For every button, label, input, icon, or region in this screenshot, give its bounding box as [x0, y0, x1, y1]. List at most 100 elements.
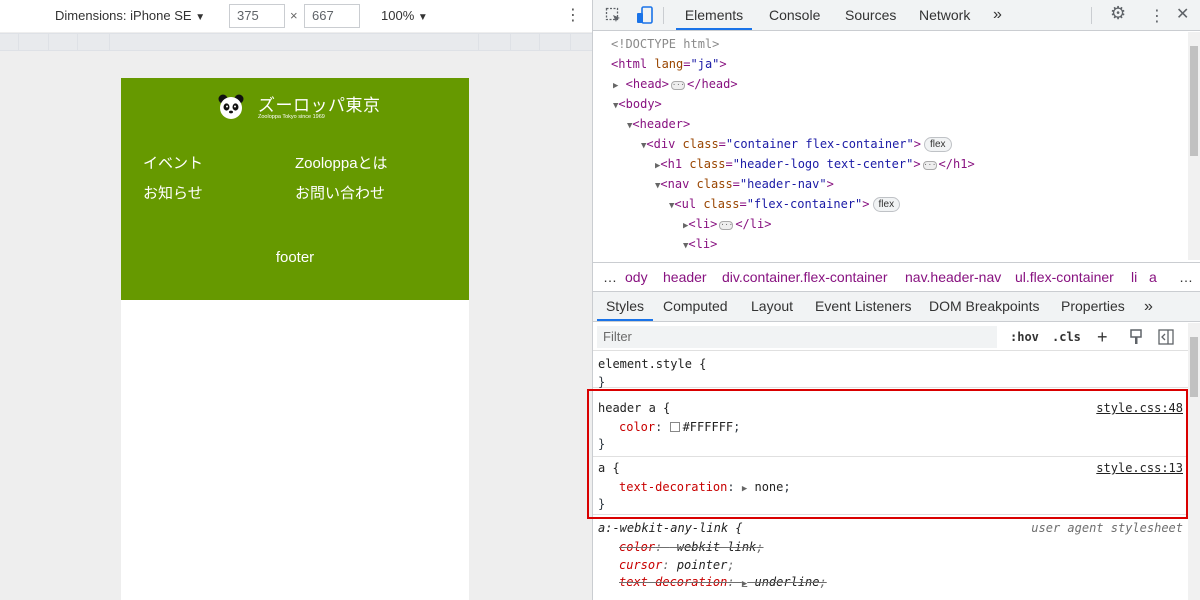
hover-state-button[interactable]: :hov: [1010, 323, 1039, 351]
tree-node-body[interactable]: ▼<body>: [613, 94, 662, 116]
rule-source-link[interactable]: style.css:13: [1096, 459, 1183, 477]
width-input[interactable]: 375: [229, 4, 285, 28]
more-options-icon[interactable]: ⋮: [565, 0, 581, 32]
nav-link-contact[interactable]: お問い合わせ: [295, 182, 385, 203]
settings-gear-icon[interactable]: ⚙: [1110, 3, 1126, 24]
panda-logo-icon: [218, 94, 244, 119]
styles-filter-input[interactable]: Filter: [597, 326, 997, 348]
new-style-rule-button[interactable]: +: [1097, 323, 1108, 351]
rule-close-brace: }: [598, 437, 606, 451]
ruler-segment[interactable]: [540, 34, 570, 50]
rule-declaration-color-overridden[interactable]: color: -webkit-link;: [619, 538, 764, 556]
flex-badge[interactable]: flex: [923, 137, 952, 152]
tree-node-h1[interactable]: ▶<h1 class="header-logo text-center"> ···…: [655, 154, 975, 176]
zoom-label: 100%: [381, 8, 415, 23]
close-icon[interactable]: ✕: [1176, 4, 1189, 24]
tab-elements[interactable]: Elements: [676, 0, 752, 30]
ruler-segment[interactable]: [479, 34, 510, 50]
tab-properties[interactable]: Properties: [1061, 292, 1125, 321]
ruler-segment[interactable]: [19, 34, 48, 50]
tree-node-nav[interactable]: ▼<nav class="header-nav">: [655, 174, 834, 196]
device-toolbar: Dimensions: iPhone SE ▼ 375 × 667 100% ▼…: [0, 0, 592, 32]
tab-styles[interactable]: Styles: [597, 292, 653, 321]
expand-triangle-icon[interactable]: ▶: [613, 81, 618, 91]
ruler-segment[interactable]: [78, 34, 109, 50]
head-tag: <head>: [625, 77, 670, 91]
nav-link-about[interactable]: Zooloppaとは: [295, 152, 388, 173]
collapsed-ellipsis-icon[interactable]: ···: [671, 81, 686, 90]
collapsed-ellipsis-icon[interactable]: ···: [922, 161, 937, 170]
div-attr-value: "container flex-container": [725, 137, 914, 151]
scrollbar-thumb[interactable]: [1190, 337, 1198, 397]
paint-brush-icon[interactable]: [1129, 329, 1143, 345]
device-toolbar-toggle-icon[interactable]: [636, 6, 654, 25]
breadcrumb-end[interactable]: …: [1179, 263, 1193, 291]
elements-scrollbar[interactable]: [1188, 32, 1200, 260]
expand-triangle-icon[interactable]: ▶: [742, 579, 747, 589]
more-tabs-button[interactable]: »: [993, 0, 1002, 30]
breadcrumb-div[interactable]: div.container.flex-container: [722, 263, 888, 291]
site-footer-text: footer: [275, 249, 315, 266]
breadcrumb-li[interactable]: li: [1131, 263, 1137, 291]
tree-node-header[interactable]: ▼<header>: [627, 114, 690, 136]
style-rule-webkit-any-link[interactable]: a:-webkit-any-link { user agent styleshe…: [593, 517, 1189, 600]
more-options-icon[interactable]: ⋮: [1149, 6, 1165, 26]
expand-triangle-icon[interactable]: ▶: [742, 484, 747, 494]
breadcrumb-header[interactable]: header: [663, 263, 707, 291]
ruler-segment[interactable]: [571, 34, 592, 50]
nav-link-events[interactable]: イベント: [143, 152, 203, 173]
rule-declaration-cursor[interactable]: cursor: pointer;: [619, 556, 735, 574]
flex-badge[interactable]: flex: [872, 197, 901, 212]
ruler-segment[interactable]: [0, 34, 18, 50]
style-rule-header-a[interactable]: header a { style.css:48 color: #FFFFFF; …: [593, 397, 1189, 457]
breadcrumb-body[interactable]: ody: [625, 263, 648, 291]
tab-console[interactable]: Console: [769, 0, 820, 30]
device-dimensions-dropdown[interactable]: Dimensions: iPhone SE ▼: [55, 0, 205, 32]
styles-rules-pane: element.style { } header a { style.css:4…: [593, 352, 1189, 600]
tree-node-li[interactable]: ▶<li> ··· </li>: [683, 214, 771, 236]
tab-computed[interactable]: Computed: [663, 292, 728, 321]
tree-node-div-container[interactable]: ▼<div class="container flex-container"> f…: [641, 134, 952, 156]
media-query-ruler[interactable]: [0, 33, 592, 51]
rule-declaration-text-decoration-overridden[interactable]: text-decoration: ▶ underline;: [619, 573, 827, 593]
nav-link-news[interactable]: お知らせ: [143, 182, 203, 203]
breadcrumb-ul[interactable]: ul.flex-container: [1015, 263, 1114, 291]
ruler-segment[interactable]: [49, 34, 77, 50]
style-rule-a[interactable]: a { style.css:13 text-decoration: ▶ none…: [593, 457, 1189, 515]
h1-attr-name: class: [689, 157, 726, 171]
styles-filter-bar: Filter :hov .cls +: [593, 323, 1189, 351]
scrollbar-thumb[interactable]: [1190, 46, 1198, 156]
breadcrumb-a[interactable]: a: [1149, 263, 1157, 291]
site-logo-title[interactable]: ズーロッパ東京: [258, 91, 381, 116]
height-input[interactable]: 667: [304, 4, 360, 28]
tree-node-doctype[interactable]: <!DOCTYPE html>: [611, 34, 719, 54]
rule-selector: header a {: [598, 401, 671, 415]
class-toggle-button[interactable]: .cls: [1052, 323, 1081, 351]
property-name: text-decoration: [619, 575, 728, 589]
collapsed-ellipsis-icon[interactable]: ···: [719, 221, 734, 230]
color-swatch-icon[interactable]: [669, 422, 680, 432]
tab-event-listeners[interactable]: Event Listeners: [815, 292, 912, 321]
tree-node-li-expanded[interactable]: ▼<li>: [683, 234, 717, 256]
tree-node-head[interactable]: ▶ <head> ··· </head>: [613, 74, 738, 96]
zoom-dropdown[interactable]: 100% ▼: [381, 0, 428, 32]
tree-node-ul[interactable]: ▼<ul class="flex-container"> flex: [669, 194, 901, 216]
tab-network[interactable]: Network: [919, 0, 970, 30]
tab-sources[interactable]: Sources: [845, 0, 896, 30]
rule-source-link[interactable]: style.css:48: [1096, 399, 1183, 417]
tab-dom-breakpoints[interactable]: DOM Breakpoints: [929, 292, 1039, 321]
inspect-element-icon[interactable]: [605, 7, 622, 24]
breadcrumb-more[interactable]: …: [603, 263, 617, 291]
breadcrumb-nav[interactable]: nav.header-nav: [905, 263, 1001, 291]
rule-declaration-text-decoration[interactable]: text-decoration: ▶ none;: [619, 478, 791, 498]
style-rule-element-style[interactable]: element.style { }: [593, 352, 1189, 389]
rule-declaration-color[interactable]: color: #FFFFFF;: [619, 418, 740, 436]
ruler-segment[interactable]: [511, 34, 539, 50]
nav-attr-name: class: [696, 177, 733, 191]
tree-node-html[interactable]: <html lang="ja">: [611, 54, 727, 74]
ruler-segment[interactable]: [110, 34, 478, 50]
more-tabs-button[interactable]: »: [1144, 292, 1153, 321]
sidebar-toggle-icon[interactable]: [1158, 329, 1174, 345]
tab-layout[interactable]: Layout: [751, 292, 793, 321]
styles-scrollbar[interactable]: [1188, 323, 1200, 600]
